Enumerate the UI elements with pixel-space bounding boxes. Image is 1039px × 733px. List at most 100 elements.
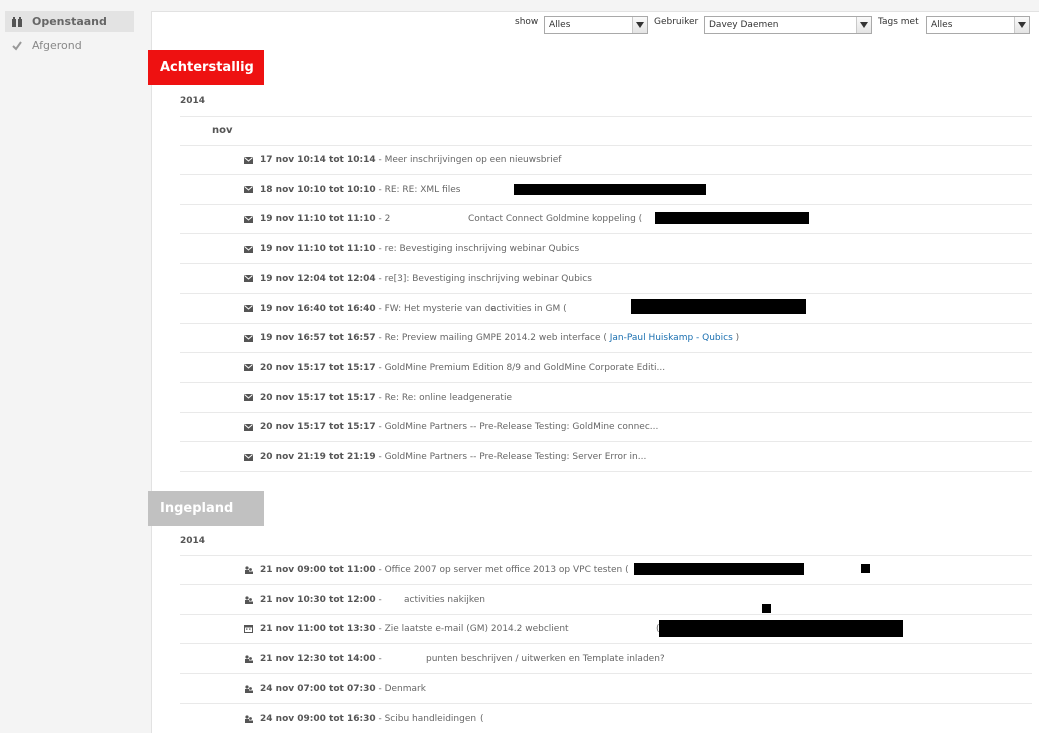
- item-subject: - Scibu handleidingen: [375, 713, 477, 724]
- chevron-down-icon: [856, 17, 871, 33]
- list-item-text: 21 nov 09:00 tot 11:00 - Office 2007 op …: [260, 565, 629, 575]
- envelope-icon: [244, 156, 253, 164]
- item-subject: - Meer inschrijvingen op een nieuwsbrief: [375, 155, 562, 165]
- sidebar-item-label: Afgerond: [32, 39, 82, 52]
- user-filter-value: Davey Daemen: [709, 20, 779, 30]
- people-icon: [244, 596, 253, 604]
- list-item[interactable]: 20 nov 15:17 tot 15:17 - GoldMine Premiu…: [180, 354, 1032, 383]
- item-time: 19 nov 16:40 tot 16:40: [260, 303, 376, 314]
- section-title: Ingepland: [160, 501, 234, 516]
- item-time: 19 nov 11:10 tot 11:10: [260, 214, 376, 225]
- item-extra: punten beschrijven / uitwerken en Templa…: [426, 654, 665, 665]
- list-item[interactable]: 19 nov 16:57 tot 16:57 - Re: Preview mai…: [180, 324, 1032, 354]
- envelope-icon: [244, 305, 253, 313]
- list-item[interactable]: 19 nov 11:10 tot 11:10 - re: Bevestiging…: [180, 235, 1032, 265]
- redacted-block: [634, 563, 804, 575]
- tags-filter-value: Alles: [931, 20, 953, 30]
- item-subject: - GoldMine Premium Edition 8/9 and GoldM…: [375, 362, 666, 373]
- item-subject: -: [375, 654, 382, 665]
- item-subject: -: [375, 594, 382, 605]
- year-label: 2014: [180, 536, 206, 546]
- sidebar-item-openstaand[interactable]: Openstaand: [5, 11, 134, 32]
- people-icon: [244, 714, 253, 723]
- list-item[interactable]: 20 nov 15:17 tot 15:17 - GoldMine Partne…: [180, 413, 1032, 443]
- list-item-text: 21 nov 11:00 tot 13:30 - Zie laatste e-m…: [260, 624, 569, 634]
- year-label: 2014: [180, 96, 206, 106]
- item-subject: - re: Bevestiging inschrijving webinar Q…: [375, 244, 580, 255]
- list-item[interactable]: 21 nov 10:30 tot 12:00 - activities nakij…: [180, 586, 1032, 615]
- list-item[interactable]: 20 nov 15:17 tot 15:17 - Re: Re: online …: [180, 384, 1032, 413]
- list-item[interactable]: 19 nov 11:10 tot 11:10 - 2 Contact Connec…: [180, 205, 1032, 235]
- user-filter-select[interactable]: Davey Daemen: [704, 16, 872, 34]
- chevron-down-icon: [1014, 17, 1029, 33]
- envelope-icon: [244, 186, 253, 194]
- list-item-text: 19 nov 11:10 tot 11:10 - re: Bevestiging…: [260, 244, 579, 254]
- show-filter-label: show: [515, 17, 539, 27]
- month-label: nov: [212, 125, 233, 136]
- envelope-icon: [244, 334, 253, 342]
- item-subject: - Office 2007 op server met office 2013 …: [375, 565, 629, 575]
- redacted-block: [659, 620, 903, 637]
- item-time: 19 nov 11:10 tot 11:10: [260, 244, 376, 255]
- tags-filter-select[interactable]: Alles: [926, 16, 1030, 34]
- item-subject: - Denmark: [375, 683, 426, 694]
- item-extra: (: [480, 713, 484, 724]
- redacted-block: [631, 299, 806, 314]
- item-subject: - 2: [375, 214, 391, 225]
- list-item-text: 19 nov 16:57 tot 16:57 - Re: Preview mai…: [260, 333, 739, 343]
- item-time: 21 nov 09:00 tot 11:00: [260, 565, 376, 575]
- envelope-icon: [244, 364, 253, 372]
- show-filter-select[interactable]: Alles: [544, 16, 648, 34]
- tasks-icon: [12, 16, 22, 27]
- list-item-text: 24 nov 09:00 tot 16:30 - Scibu handleidi…: [260, 714, 476, 724]
- item-time: 24 nov 09:00 tot 16:30: [260, 713, 376, 724]
- item-time: 19 nov 12:04 tot 12:04: [260, 273, 376, 284]
- redacted-block: [861, 564, 870, 573]
- list-item-text: 20 nov 15:17 tot 15:17 - Re: Re: online …: [260, 393, 512, 403]
- envelope-icon: [244, 245, 253, 253]
- list-item-text: 21 nov 12:30 tot 14:00 -: [260, 654, 382, 664]
- redacted-block: [762, 604, 771, 613]
- item-extra: activities nakijken: [404, 594, 485, 605]
- list-item-text: 20 nov 21:19 tot 21:19 - GoldMine Partne…: [260, 452, 646, 462]
- item-extra: Contact Connect Goldmine koppeling (: [468, 214, 643, 225]
- sidebar-item-afgerond[interactable]: Afgerond: [5, 35, 134, 56]
- item-subject: - RE: RE: XML files: [375, 184, 461, 195]
- item-suffix: ): [732, 333, 740, 344]
- list-item[interactable]: 17 nov 10:14 tot 10:14 - Meer inschrijvi…: [180, 146, 1032, 175]
- section-header-achterstallig: Achterstallig: [148, 50, 264, 85]
- item-extra: activities in GM (: [491, 303, 567, 314]
- item-time: 19 nov 16:57 tot 16:57: [260, 333, 376, 344]
- list-item[interactable]: 24 nov 09:00 tot 16:30 - Scibu handleidi…: [180, 705, 1032, 733]
- list-item-text: 19 nov 16:40 tot 16:40 - FW: Het mysteri…: [260, 304, 496, 314]
- item-subject: - Re: Re: online leadgeneratie: [375, 392, 512, 403]
- list-item-text: 24 nov 07:00 tot 07:30 - Denmark: [260, 684, 426, 694]
- list-item[interactable]: 21 nov 11:00 tot 13:30 - Zie laatste e-m…: [180, 615, 1032, 645]
- list-item[interactable]: 19 nov 12:04 tot 12:04 - re[3]: Bevestig…: [180, 265, 1032, 294]
- list-item[interactable]: 24 nov 07:00 tot 07:30 - Denmark: [180, 675, 1032, 704]
- item-subject: - Zie laatste e-mail (GM) 2014.2 webclie…: [375, 624, 569, 635]
- list-item-text: 19 nov 11:10 tot 11:10 - 2: [260, 214, 390, 224]
- envelope-icon: [244, 275, 253, 283]
- list-item[interactable]: 19 nov 16:40 tot 16:40 - FW: Het mysteri…: [180, 295, 1032, 324]
- item-time: 17 nov 10:14 tot 10:14: [260, 155, 376, 165]
- calendar-icon: [244, 625, 253, 634]
- section-header-ingepland: Ingepland: [148, 491, 264, 526]
- item-time: 20 nov 15:17 tot 15:17: [260, 362, 376, 373]
- list-item[interactable]: 20 nov 21:19 tot 21:19 - GoldMine Partne…: [180, 443, 1032, 472]
- redacted-block: [655, 212, 809, 224]
- divider: [180, 116, 1032, 117]
- chevron-down-icon: [632, 17, 647, 33]
- item-time: 24 nov 07:00 tot 07:30: [260, 683, 376, 694]
- contact-link[interactable]: Jan-Paul Huiskamp - Qubics: [607, 333, 733, 343]
- item-time: 21 nov 12:30 tot 14:00: [260, 654, 376, 665]
- item-time: 20 nov 15:17 tot 15:17: [260, 392, 376, 403]
- item-subject: - re[3]: Bevestiging inschrijving webina…: [375, 273, 592, 284]
- redacted-block: [514, 184, 706, 195]
- people-icon: [244, 655, 253, 664]
- item-time: 20 nov 15:17 tot 15:17: [260, 422, 376, 433]
- item-time: 20 nov 21:19 tot 21:19: [260, 452, 376, 462]
- section-title: Achterstallig: [160, 60, 254, 75]
- list-item[interactable]: 21 nov 09:00 tot 11:00 - Office 2007 op …: [180, 556, 1032, 585]
- list-item[interactable]: 21 nov 12:30 tot 14:00 - punten beschrijv…: [180, 645, 1032, 675]
